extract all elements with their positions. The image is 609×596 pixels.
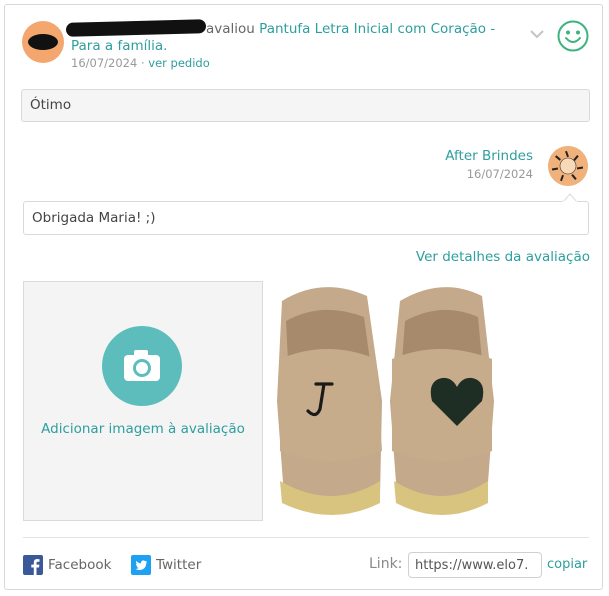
share-link-field[interactable] — [408, 552, 542, 578]
review-header: avaliou Pantufa Letra Inicial com Coraçã… — [206, 20, 496, 39]
facebook-icon — [23, 555, 43, 575]
review-photo-slippers[interactable] — [272, 281, 512, 521]
reviewer-avatar — [22, 21, 64, 63]
copy-link-button[interactable]: copiar — [547, 557, 587, 572]
seller-name-link[interactable]: After Brindes — [445, 148, 533, 164]
add-image-button[interactable]: Adicionar imagem à avaliação — [23, 281, 263, 521]
happy-face-icon — [557, 20, 589, 52]
view-review-details-link[interactable]: Ver detalhes da avaliação — [416, 249, 590, 265]
product-link-continued[interactable]: Para a família. — [71, 38, 167, 54]
review-comment: Ótimo — [21, 89, 590, 122]
camera-icon — [102, 326, 182, 406]
meta-separator: · — [140, 56, 145, 70]
redaction-mark — [28, 34, 58, 50]
link-label: Link: — [369, 556, 403, 572]
twitter-label: Twitter — [156, 557, 202, 573]
share-twitter-button[interactable]: Twitter — [131, 555, 201, 575]
seller-avatar — [548, 146, 588, 186]
product-link[interactable]: Pantufa Letra Inicial com Coração - — [259, 21, 495, 37]
chevron-down-icon[interactable] — [530, 28, 544, 40]
reply-date: 16/07/2024 — [466, 167, 533, 181]
twitter-icon — [131, 555, 151, 575]
divider — [23, 537, 589, 538]
add-image-label: Adicionar imagem à avaliação — [41, 421, 245, 437]
seller-reply: Obrigada Maria! ;) — [23, 201, 589, 235]
facebook-label: Facebook — [48, 557, 112, 573]
review-verb: avaliou — [206, 21, 255, 37]
review-date: 16/07/2024 — [71, 56, 138, 70]
share-facebook-button[interactable]: Facebook — [23, 555, 111, 575]
view-order-link[interactable]: ver pedido — [148, 56, 209, 70]
reply-pointer — [563, 193, 577, 202]
review-meta: 16/07/2024 · ver pedido — [71, 56, 210, 70]
